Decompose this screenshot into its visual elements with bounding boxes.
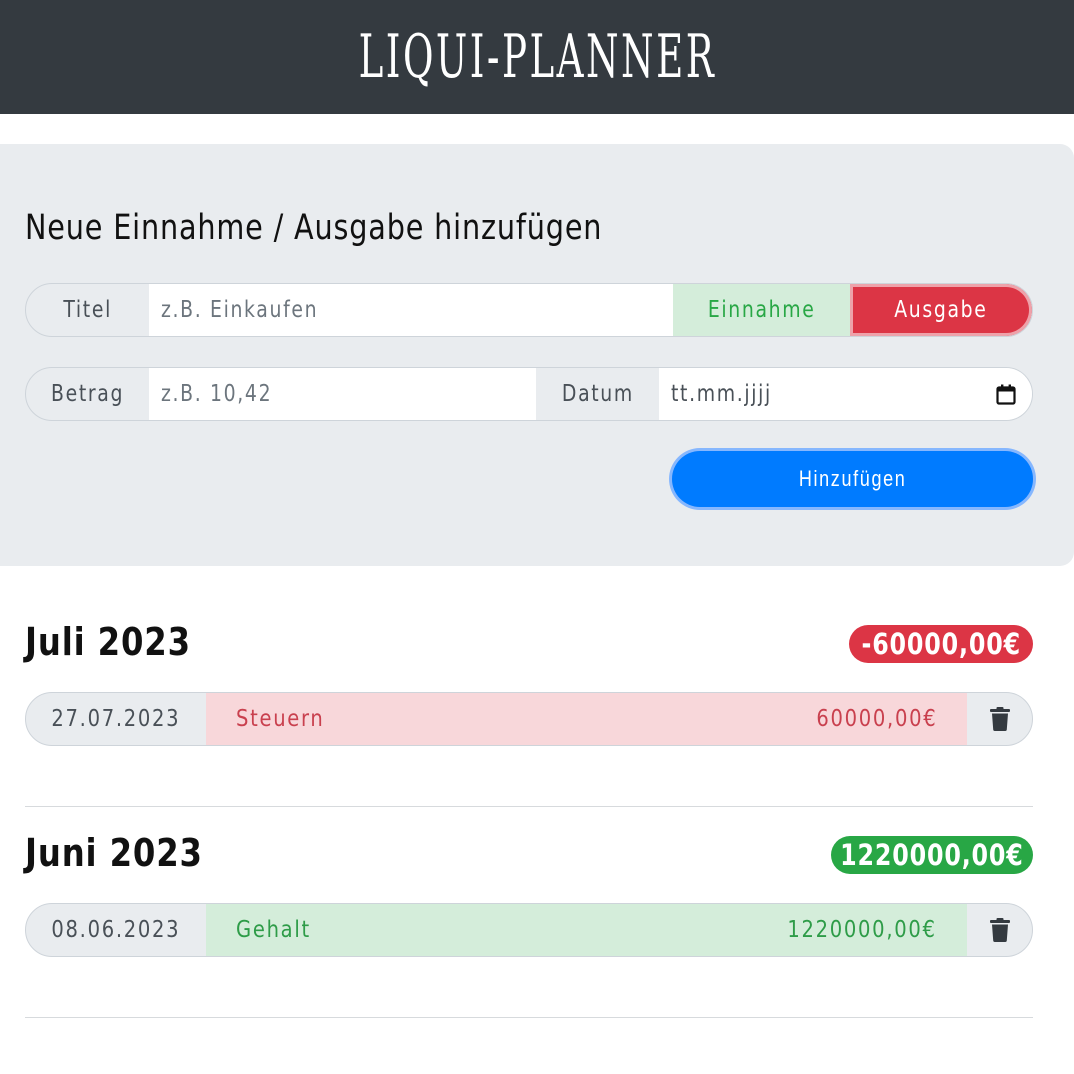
entry-date: 27.07.2023 <box>51 706 181 732</box>
app-header: LIQUI-PLANNER <box>0 0 1074 114</box>
delete-entry-button[interactable] <box>967 693 1032 745</box>
app-brand: LIQUI-PLANNER <box>358 22 716 92</box>
type-income-toggle[interactable]: Einnahme <box>672 284 851 336</box>
entry-row: 27.07.2023 Steuern 60000,00€ <box>25 692 1033 746</box>
entry-body: Steuern 60000,00€ <box>206 693 967 745</box>
month-balance-badge: -60000,00€ <box>849 625 1033 663</box>
betrag-input[interactable]: z.B. 10,42 <box>149 368 536 420</box>
betrag-datum-input-group: Betrag z.B. 10,42 Datum tt.mm.jjjj <box>25 367 1033 421</box>
titel-input-group: Titel z.B. Einkaufen Einnahme Ausgabe <box>25 283 1033 337</box>
type-expense-label: Ausgabe <box>894 297 988 323</box>
entry-date: 08.06.2023 <box>51 917 181 943</box>
datum-placeholder: tt.mm.jjjj <box>671 381 772 407</box>
month-divider <box>25 1017 1033 1018</box>
trash-icon <box>989 707 1010 731</box>
calendar-icon[interactable] <box>996 384 1016 405</box>
datum-label: Datum <box>561 381 634 407</box>
titel-input[interactable]: z.B. Einkaufen <box>148 284 673 336</box>
type-expense-toggle[interactable]: Ausgabe <box>850 284 1032 336</box>
entry-row: 08.06.2023 Gehalt 1220000,00€ <box>25 903 1033 957</box>
month-title: Juli 2023 <box>25 620 191 664</box>
datum-input[interactable]: tt.mm.jjjj <box>659 368 1032 420</box>
entry-title: Gehalt <box>236 917 311 943</box>
entry-form-panel: Neue Einnahme / Ausgabe hinzufügen Titel… <box>0 144 1074 566</box>
entry-body: Gehalt 1220000,00€ <box>206 904 967 956</box>
entry-amount: 1220000,00€ <box>787 917 937 943</box>
type-income-label: Einnahme <box>707 297 816 323</box>
betrag-placeholder: z.B. 10,42 <box>161 381 273 407</box>
add-entry-button[interactable]: Hinzufügen <box>672 451 1033 507</box>
entry-amount: 60000,00€ <box>815 706 937 732</box>
trash-icon <box>989 918 1010 942</box>
delete-entry-button[interactable] <box>967 904 1032 956</box>
form-title: Neue Einnahme / Ausgabe hinzufügen <box>25 208 603 248</box>
month-title: Juni 2023 <box>25 831 203 875</box>
titel-placeholder: z.B. Einkaufen <box>160 297 318 323</box>
titel-label: Titel <box>63 297 112 323</box>
betrag-label: Betrag <box>50 381 125 407</box>
month-balance-badge: 1220000,00€ <box>831 836 1033 874</box>
month-divider <box>25 806 1033 807</box>
entry-title: Steuern <box>236 706 325 732</box>
